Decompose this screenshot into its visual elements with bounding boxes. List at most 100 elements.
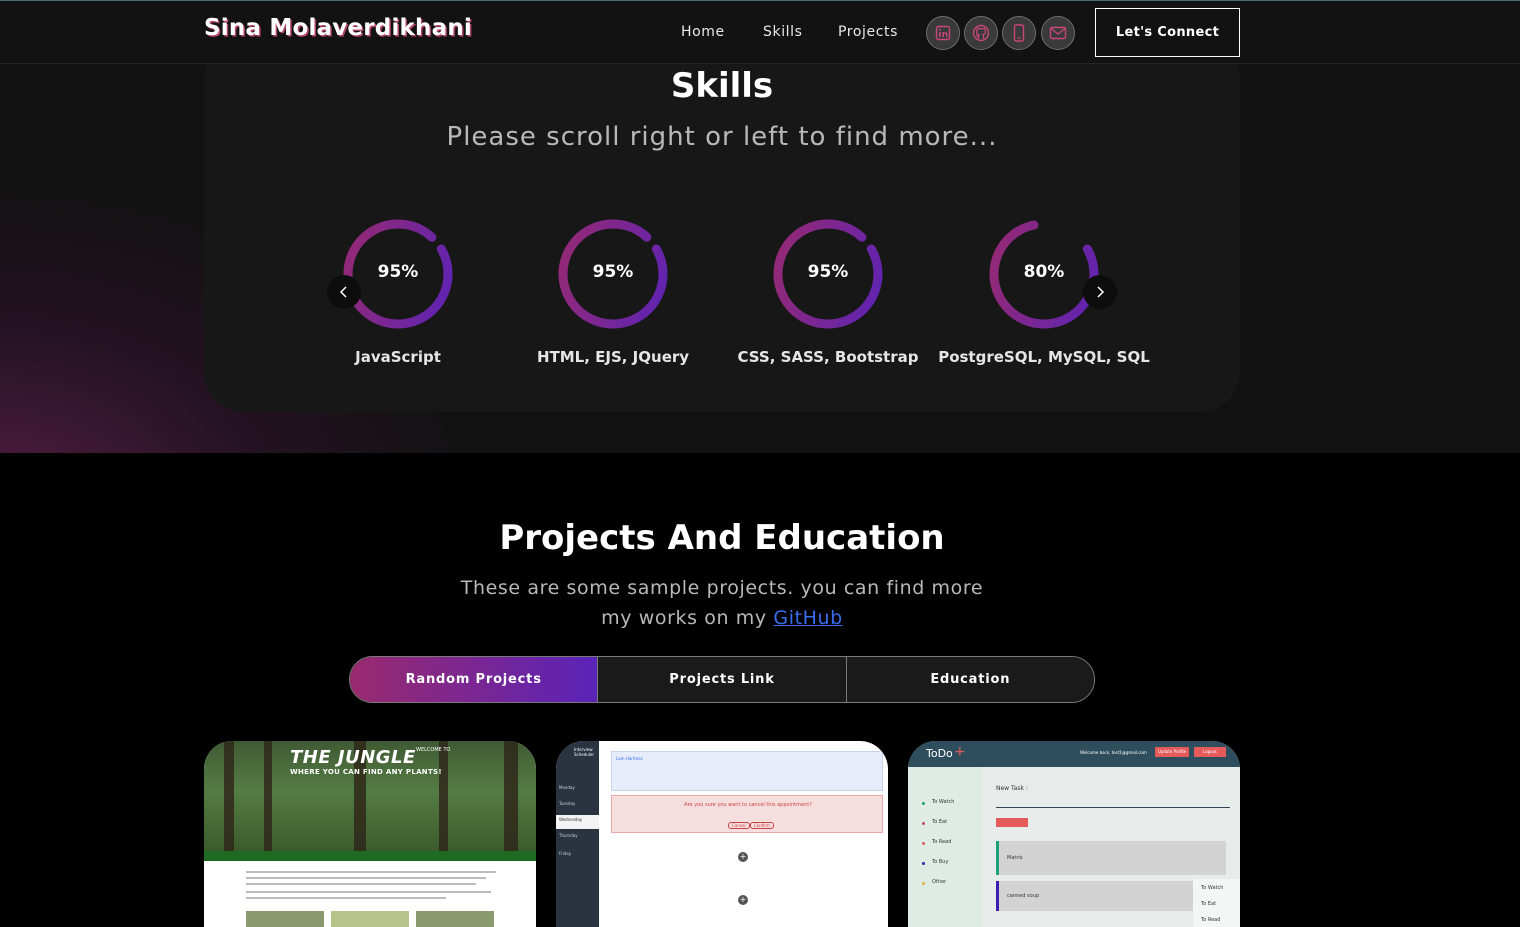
jungle-title: THE JUNGLE xyxy=(290,747,416,768)
skill-name: HTML, EJS, JQuery xyxy=(536,348,690,366)
appointment-slot: Lam Hartinez xyxy=(611,751,883,791)
todo-title: ToDo xyxy=(926,747,953,760)
task-item: canned soup xyxy=(996,881,1196,911)
projects-title: Projects And Education xyxy=(499,518,945,558)
chevron-right-icon xyxy=(1097,286,1105,298)
skill-percent: 80% xyxy=(1023,262,1065,282)
text-line xyxy=(246,897,446,899)
scheduler-app-name: Interview Scheduler xyxy=(574,747,595,757)
skills-title: Skills xyxy=(670,66,774,106)
category-item: To Buy xyxy=(932,859,949,865)
chevron-left-icon xyxy=(339,286,347,298)
skill-item-html: 95% HTML, EJS, JQuery xyxy=(503,218,723,366)
add-appointment-icon: + xyxy=(738,895,748,905)
category-item: To Eat xyxy=(932,819,948,825)
logout-button: Logout xyxy=(1194,747,1226,757)
phone-icon xyxy=(1013,24,1025,42)
task-item: Matrix xyxy=(996,841,1226,875)
tree-trunk xyxy=(224,741,234,851)
day-item: Tuesday xyxy=(559,801,576,806)
skill-percent: 95% xyxy=(592,262,634,282)
todo-sidebar xyxy=(908,767,982,927)
nav-link-home[interactable]: Home xyxy=(681,24,725,40)
nav-link-projects[interactable]: Projects xyxy=(838,24,898,40)
category-item: To Read xyxy=(932,839,952,845)
linkedin-icon xyxy=(935,25,951,41)
github-icon xyxy=(972,24,990,42)
add-task-button xyxy=(996,818,1028,827)
skills-section: Skills Please scroll right or left to fi… xyxy=(0,0,1520,453)
category-dot xyxy=(922,822,925,825)
project-card-todo[interactable]: ToDo + Welcome back, test1@gmail.com Upd… xyxy=(908,741,1240,927)
dropdown-option: To Watch xyxy=(1201,885,1224,891)
mail-button[interactable] xyxy=(1041,16,1075,50)
category-dot xyxy=(922,862,925,865)
projects-tabs: Random Projects Projects Link Education xyxy=(349,656,1095,703)
category-item: Other xyxy=(932,879,947,885)
new-task-input-line xyxy=(996,807,1230,808)
skill-name: JavaScript xyxy=(355,348,441,366)
carousel-prev-button[interactable] xyxy=(327,275,361,309)
skills-subtitle: Please scroll right or left to find more… xyxy=(446,122,998,152)
text-line xyxy=(246,877,486,879)
task-label: Matrix xyxy=(1007,855,1023,861)
tab-random-projects[interactable]: Random Projects xyxy=(350,657,598,702)
add-appointment-icon: + xyxy=(738,852,748,862)
github-button[interactable] xyxy=(964,16,998,50)
nav-link-skills[interactable]: Skills xyxy=(763,24,803,40)
text-line xyxy=(246,883,476,885)
day-item: Monday xyxy=(559,785,575,790)
project-card-scheduler[interactable]: Interview Scheduler Monday Tuesday Wedne… xyxy=(556,741,888,927)
projects-description-text: These are some sample projects. you can … xyxy=(460,577,984,629)
tree-trunk xyxy=(264,741,272,851)
skill-name: CSS, SASS, Bootstrap xyxy=(737,348,919,366)
plant-thumbnail xyxy=(246,911,324,927)
navbar: Sina Molaverdikhani Home Skills Projects… xyxy=(0,0,1520,64)
skill-percent: 95% xyxy=(377,262,419,282)
jungle-tagline: WHERE YOU CAN FIND ANY PLANTS! xyxy=(290,768,442,776)
tab-education[interactable]: Education xyxy=(845,657,1094,702)
tree-trunk xyxy=(504,741,518,851)
todo-header: ToDo + Welcome back, test1@gmail.com Upd… xyxy=(908,741,1240,767)
dropdown-option: To Eat xyxy=(1201,901,1217,907)
appointment-name: Lam Hartinez xyxy=(616,756,643,761)
plant-thumbnail xyxy=(416,911,494,927)
task-label: canned soup xyxy=(1007,893,1039,899)
text-line xyxy=(246,871,496,873)
confirm-message: Are you sure you want to cancel this app… xyxy=(684,802,812,808)
update-profile-button: Update Profile xyxy=(1155,747,1189,757)
skill-name: PostgreSQL, MySQL, SQL xyxy=(938,348,1150,366)
jungle-navbar xyxy=(204,851,536,861)
category-dot xyxy=(922,802,925,805)
plus-icon: + xyxy=(954,744,966,760)
cancel-confirm-dialog: Are you sure you want to cancel this app… xyxy=(611,795,883,833)
skill-item-sql: 80% PostgreSQL, MySQL, SQL xyxy=(934,218,1154,366)
day-item: Thursday xyxy=(559,833,578,838)
category-dot xyxy=(922,882,925,885)
new-task-label: New Task : xyxy=(996,785,1028,792)
plant-thumbnail xyxy=(331,911,409,927)
tree-trunk xyxy=(439,741,448,851)
cancel-button: Cancel xyxy=(728,822,750,829)
category-dot xyxy=(922,842,925,845)
todo-welcome: Welcome back, test1@gmail.com xyxy=(1080,750,1147,755)
tab-projects-link[interactable]: Projects Link xyxy=(597,657,846,702)
phone-button[interactable] xyxy=(1002,16,1036,50)
skill-percent: 95% xyxy=(807,262,849,282)
category-dropdown: To Watch To Eat To Read xyxy=(1193,879,1240,927)
projects-description: These are some sample projects. you can … xyxy=(444,573,1000,633)
mail-icon xyxy=(1049,26,1067,40)
dropdown-option: To Read xyxy=(1201,917,1221,923)
project-card-jungle[interactable]: THE JUNGLE WELCOME TO WHERE YOU CAN FIND… xyxy=(204,741,536,927)
confirm-button: Confirm xyxy=(750,822,774,829)
scheduler-sidebar: Interview Scheduler Monday Tuesday Wedne… xyxy=(556,741,599,927)
text-line xyxy=(246,891,491,893)
lets-connect-button[interactable]: Let's Connect xyxy=(1095,8,1240,57)
github-link[interactable]: GitHub xyxy=(773,607,842,629)
skill-item-javascript: 95% JavaScript xyxy=(288,218,508,366)
category-item: To Watch xyxy=(932,799,955,805)
carousel-next-button[interactable] xyxy=(1083,275,1117,309)
linkedin-button[interactable] xyxy=(926,16,960,50)
brand-logo[interactable]: Sina Molaverdikhani xyxy=(204,15,472,41)
day-item: Wednesday xyxy=(559,817,583,822)
